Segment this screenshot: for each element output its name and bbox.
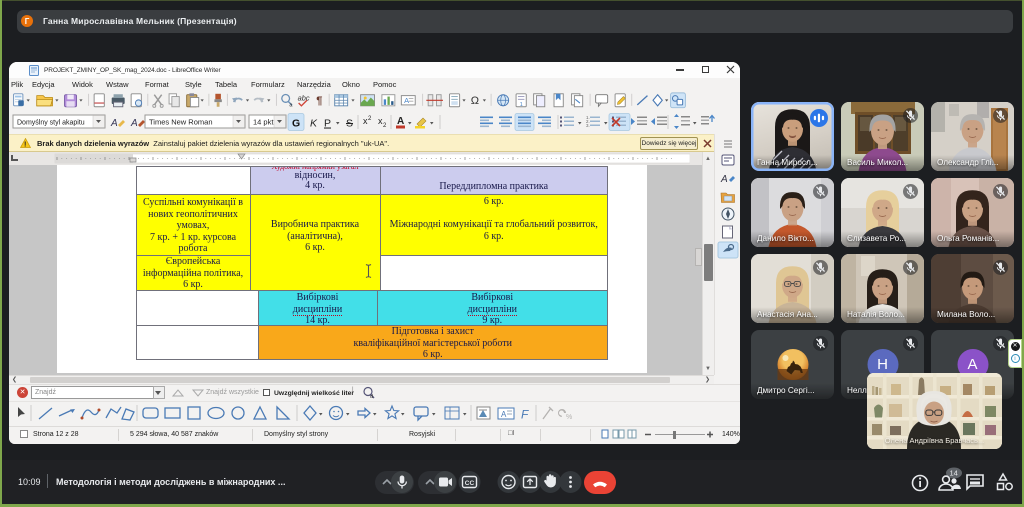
svg-text:Ω: Ω [471,95,479,107]
svg-text:A: A [110,118,118,129]
svg-text:14 pkt: 14 pkt [253,118,274,127]
svg-text:A: A [397,116,404,127]
svg-text:2: 2 [383,123,387,129]
svg-text:14: 14 [950,469,958,478]
svg-text:A: A [720,174,728,185]
svg-text:S: S [346,118,353,130]
svg-text:d: d [370,394,373,399]
svg-text:CC: CC [465,480,475,487]
svg-text:a: a [289,103,293,109]
svg-text:A: A [501,410,507,419]
svg-text:P: P [324,118,331,130]
svg-text:Domyślny styl akapitu: Domyślny styl akapitu [17,120,85,127]
svg-text:G: G [292,118,300,130]
svg-text:K: K [310,118,318,130]
svg-text:A: A [130,118,138,129]
svg-text:2: 2 [368,116,372,122]
svg-text:!: ! [24,139,26,148]
svg-text:A: A [404,96,409,105]
svg-text:1: 1 [520,102,523,108]
svg-text:¶: ¶ [316,95,322,107]
svg-text:Times New Roman: Times New Roman [149,118,213,127]
svg-text:abc: abc [298,93,310,102]
svg-text:F: F [521,408,529,422]
svg-text:%: % [566,414,572,421]
svg-text:3.: 3. [586,123,590,128]
